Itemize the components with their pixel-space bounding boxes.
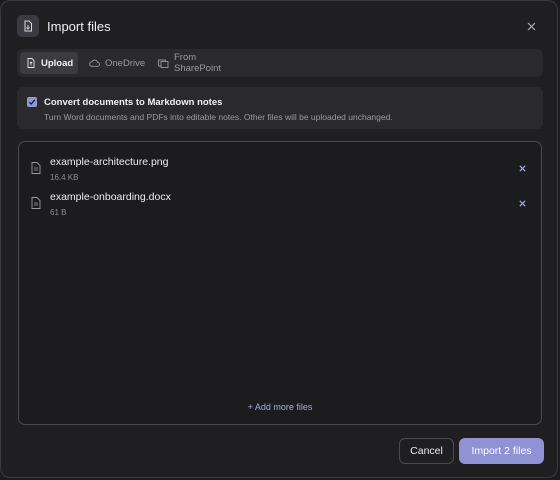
file-icon [31, 162, 41, 174]
import-button[interactable]: Import 2 files [459, 438, 544, 464]
file-item: example-architecture.png 16.4 KB [19, 156, 541, 186]
checkmark-icon [28, 99, 36, 105]
tab-onedrive[interactable]: OneDrive [83, 52, 147, 74]
tab-sharepoint-label: From SharePoint [174, 52, 222, 74]
file-upload-icon [27, 58, 35, 68]
file-item: example-onboarding.docx 61 B [19, 191, 541, 221]
add-more-files-link[interactable]: + Add more files [19, 402, 541, 412]
file-size: 16.4 KB [50, 173, 79, 182]
cancel-button[interactable]: Cancel [399, 438, 454, 464]
remove-file-icon[interactable] [517, 198, 527, 208]
remove-file-icon[interactable] [517, 163, 527, 173]
dialog-title: Import files [47, 19, 111, 34]
tab-sharepoint[interactable]: From SharePoint [152, 52, 244, 74]
convert-option-label: Convert documents to Markdown notes [44, 97, 223, 108]
source-tabs: Upload OneDrive From SharePoint [17, 49, 543, 77]
cloud-icon [89, 59, 100, 67]
file-list: example-architecture.png 16.4 KB example… [18, 141, 542, 425]
file-name: example-onboarding.docx [50, 191, 171, 203]
close-icon[interactable] [523, 18, 539, 34]
file-size: 61 B [50, 208, 67, 217]
tab-upload-label: Upload [41, 57, 74, 69]
file-name: example-architecture.png [50, 156, 169, 168]
convert-option: Convert documents to Markdown notes Turn… [17, 87, 543, 129]
file-import-icon [17, 15, 39, 37]
import-dialog: Import files Upload OneDrive From ShareP… [0, 0, 558, 478]
tab-upload[interactable]: Upload [20, 52, 78, 74]
sharepoint-icon [158, 59, 169, 68]
file-icon [31, 197, 41, 209]
convert-option-description: Turn Word documents and PDFs into editab… [44, 112, 393, 122]
convert-checkbox[interactable] [27, 97, 37, 107]
tab-onedrive-label: OneDrive [105, 57, 146, 69]
